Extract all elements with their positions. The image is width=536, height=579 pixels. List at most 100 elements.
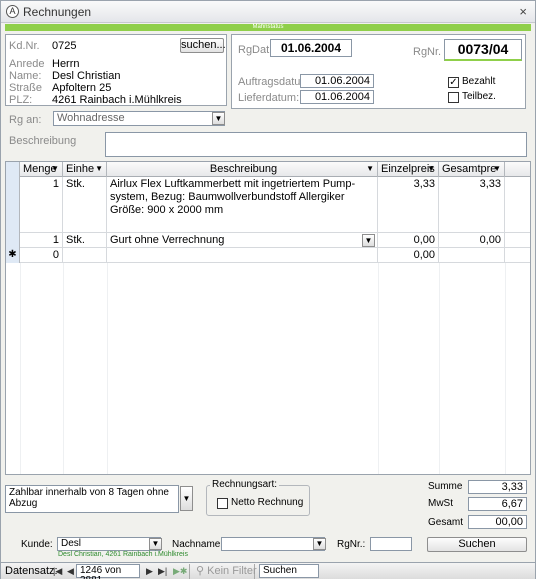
summe-label: Summe — [428, 481, 463, 492]
auftragsdatum-field[interactable]: 01.06.2004 — [300, 74, 374, 88]
beschreibung-field[interactable] — [105, 132, 527, 157]
cell-beschreibung[interactable] — [107, 248, 378, 263]
cell-einheit[interactable]: Stk. — [63, 177, 107, 233]
cell-menge[interactable]: 0 — [20, 248, 63, 263]
row-selector[interactable] — [6, 233, 20, 248]
column-guide — [505, 263, 506, 474]
nachname-input[interactable] — [221, 537, 325, 551]
zahlungsbedingung-field[interactable]: Zahlbar innerhalb von 8 Tagen ohne Abzug — [5, 485, 179, 513]
gesamt-label: Gesamt — [428, 517, 464, 528]
invoice-items-table: Menge ▼ Einhe ▼ Beschreibung ▼ Einzelpreis ▼… — [5, 161, 531, 475]
rgnr-field[interactable]: 0073/04 — [444, 39, 522, 61]
new-record-icon[interactable]: ▶✱ — [173, 566, 187, 577]
col-beschreibung[interactable]: Beschreibung ▼ — [107, 162, 378, 177]
bezahlt-checkbox[interactable]: ✓ — [448, 77, 459, 88]
filter-status[interactable]: ⚲ Kein Filter — [189, 564, 257, 579]
cell-menge[interactable]: 1 — [20, 233, 63, 248]
invoice-window: A Rechnungen × Mahnstatus Kd.Nr. 0725 su… — [0, 0, 536, 579]
sort-icon: ▼ — [51, 164, 59, 173]
prev-record-icon[interactable]: ◀ — [67, 566, 74, 577]
record-position[interactable]: 1246 von 3881 — [76, 564, 140, 579]
new-row-icon: ✱ — [6, 248, 20, 263]
nachname-dropdown-icon[interactable]: ▼ — [313, 538, 326, 550]
row-selector[interactable] — [6, 177, 20, 233]
cell-einzelpreis[interactable]: 3,33 — [378, 177, 439, 233]
column-guide — [107, 263, 108, 474]
col-gesamtpreis-label: Gesamtpre — [442, 163, 497, 175]
col-einheit[interactable]: Einhe ▼ — [63, 162, 107, 177]
rg-an-dropdown-icon[interactable]: ▼ — [212, 112, 225, 125]
filter-label: Kein Filter — [207, 565, 257, 577]
last-record-icon[interactable]: ▶| — [158, 566, 167, 577]
select-all-corner[interactable] — [6, 162, 20, 177]
col-beschreibung-label: Beschreibung — [209, 163, 278, 175]
record-navigator: Datensatz: |◀ ◀ 1246 von 3881 ▶ ▶| ▶✱ ⚲ … — [1, 562, 535, 579]
cell-gesamtpreis[interactable]: 3,33 — [439, 177, 505, 233]
kunde-dropdown-icon[interactable]: ▼ — [149, 538, 162, 550]
anrede-value: Herrn — [52, 58, 80, 70]
strasse-label: Straße — [9, 82, 43, 94]
mwst-label: MwSt — [428, 498, 453, 509]
beschreibung-dropdown-icon[interactable]: ▼ — [362, 234, 375, 247]
col-menge[interactable]: Menge ▼ — [20, 162, 63, 177]
anrede-label: Anrede — [9, 58, 45, 70]
cell-beschreibung[interactable]: Gurt ohne Verrechnung — [107, 233, 378, 248]
customer-search-button[interactable]: suchen... — [180, 38, 226, 53]
teilbez-checkbox[interactable] — [448, 92, 459, 103]
lieferdatum-field[interactable]: 01.06.2004 — [300, 90, 374, 104]
window-title: Rechnungen — [23, 5, 92, 19]
rgnr-search-label: RgNr.: — [337, 539, 366, 550]
rechnungsart-label: Rechnungsart: — [210, 479, 280, 490]
cell-menge[interactable]: 1 — [20, 177, 63, 233]
strasse-value: Apfoltern 25 — [52, 82, 112, 94]
rgdat-label: RgDat — [238, 44, 270, 56]
rg-an-label: Rg an: — [9, 114, 42, 126]
close-icon[interactable]: × — [519, 4, 527, 19]
cell-gesamtpreis[interactable] — [439, 248, 505, 263]
table-header: Menge ▼ Einhe ▼ Beschreibung ▼ Einzelpreis ▼… — [6, 162, 530, 177]
cell-einzelpreis[interactable]: 0,00 — [378, 248, 439, 263]
plz-value: 4261 Rainbach i.Mühlkreis — [52, 94, 182, 106]
kunde-input[interactable]: Desl — [57, 537, 161, 551]
lieferdatum-label: Lieferdatum: — [238, 92, 300, 104]
beschreibung-line: Airlux Flex Luftkammerbett mit ingetrier… — [110, 178, 356, 190]
beschreibung-line: Größe: 900 x 2000 mm — [110, 204, 224, 216]
sort-icon: ▼ — [493, 164, 501, 173]
bezahlt-label: Bezahlt — [462, 76, 496, 87]
status-search-input[interactable]: Suchen — [259, 564, 319, 578]
filter-icon: ⚲ — [196, 565, 205, 577]
next-record-icon[interactable]: ▶ — [146, 566, 153, 577]
summe-field: 3,33 — [468, 480, 527, 494]
title-bar: A Rechnungen × — [1, 1, 535, 23]
cell-einheit[interactable]: Stk. — [63, 233, 107, 248]
name-value: Desl Christian — [52, 70, 121, 82]
search-bar: Kunde: Desl ▼ Desl Christian, 4261 Rainb… — [5, 535, 531, 561]
table-row[interactable]: 1 Stk. Gurt ohne Verrechnung ▼ 0,00 0,00 — [6, 233, 530, 248]
cell-einzelpreis[interactable]: 0,00 — [378, 233, 439, 248]
column-guide — [439, 263, 440, 474]
cell-gesamtpreis[interactable]: 0,00 — [439, 233, 505, 248]
table-row[interactable]: 1 Stk. Airlux Flex Luftkammerbett mit in… — [6, 177, 530, 233]
search-button[interactable]: Suchen — [427, 537, 527, 552]
col-einzelpreis[interactable]: Einzelpreis ▼ — [378, 162, 439, 177]
table-row-new[interactable]: ✱ 0 0,00 — [6, 248, 530, 263]
nachname-label: Nachname: — [172, 539, 224, 550]
col-gesamtpreis[interactable]: Gesamtpre ▼ — [439, 162, 505, 177]
rgdat-field[interactable]: 01.06.2004 — [270, 39, 352, 57]
netto-label: Netto Rechnung — [231, 497, 304, 508]
app-icon: A — [6, 5, 19, 18]
rgnr-search-input[interactable] — [370, 537, 412, 551]
kunde-hint: Desl Christian, 4261 Rainbach i.Mühlkrei… — [58, 551, 188, 558]
mwst-field: 6,67 — [468, 497, 527, 511]
first-record-icon[interactable]: |◀ — [53, 566, 62, 577]
netto-checkbox[interactable] — [217, 498, 228, 509]
kdnr-value: 0725 — [52, 40, 77, 52]
rg-an-select[interactable]: Wohnadresse — [53, 111, 225, 126]
cell-beschreibung[interactable]: Airlux Flex Luftkammerbett mit ingetrier… — [107, 177, 378, 233]
cell-einheit[interactable] — [63, 248, 107, 263]
col-einheit-label: Einhe — [66, 163, 95, 175]
sort-icon: ▼ — [427, 164, 435, 173]
zahlung-dropdown-icon[interactable]: ▼ — [180, 486, 193, 511]
gesamt-field: 00,00 — [468, 515, 527, 529]
mahnstatus-bar: Mahnstatus — [5, 24, 531, 31]
